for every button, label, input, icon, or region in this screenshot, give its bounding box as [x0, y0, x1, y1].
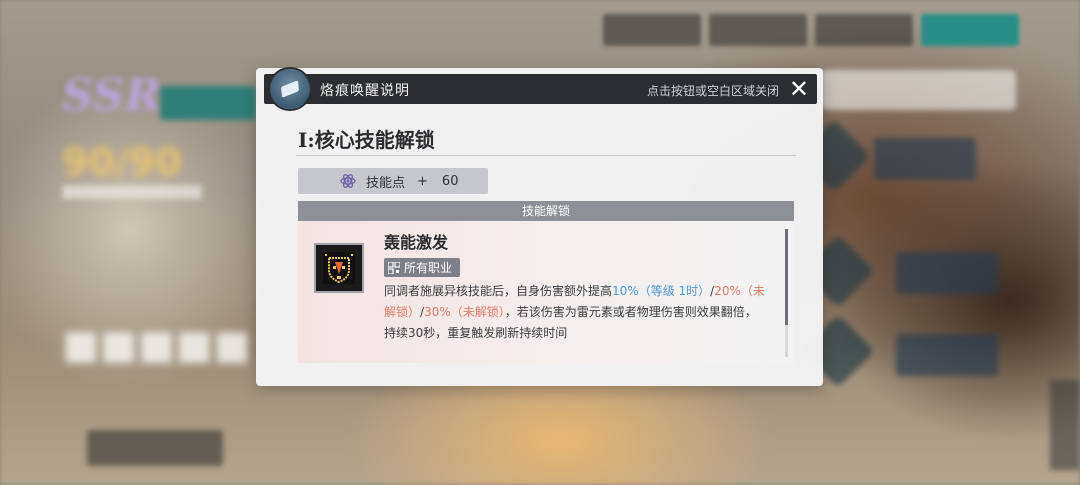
- background-level: 90/90: [62, 140, 182, 184]
- skill-unlock-panel: 技能解锁 轰能激发 所有职业 同调者施展异核技能后，自身伤害额外提高10%（等级…: [298, 201, 794, 363]
- brand-awakening-dialog: 烙痕唤醒说明 点击按钮或空白区域关闭 ✕ I:核心技能解锁 技能点 + 60 技…: [256, 68, 823, 386]
- skill-description: 同调者施展异核技能后，自身伤害额外提高10%（等级 1时）/20%（未解锁）/3…: [384, 281, 772, 344]
- background-tab: [709, 14, 807, 46]
- desc-text: 同调者施展异核技能后，自身伤害额外提高: [384, 284, 613, 298]
- background-tab-active: [921, 14, 1019, 46]
- close-hint: 点击按钮或空白区域关闭: [646, 84, 779, 98]
- divider: [296, 155, 796, 156]
- qr-grid-icon: [387, 260, 401, 275]
- skill-points-plus: +: [417, 173, 428, 189]
- scrollbar[interactable]: [785, 229, 788, 357]
- close-button[interactable]: ✕: [789, 75, 809, 103]
- background-rarity-emblem: SSR: [62, 70, 162, 121]
- background-right-panel: [820, 70, 1016, 110]
- class-badge: 所有职业: [384, 258, 461, 277]
- atom-icon: [340, 173, 356, 189]
- pixel-shield-skill-icon: [314, 243, 364, 293]
- desc-value-current: 10%（等级 1时）: [612, 284, 711, 298]
- background-card: [874, 138, 976, 180]
- background-tab: [815, 14, 913, 46]
- background-tabs: [603, 14, 1019, 46]
- scrollbar-thumb[interactable]: [785, 229, 788, 325]
- background-card: [896, 252, 998, 294]
- skill-points-value: 60: [441, 173, 459, 189]
- background-badge: [160, 86, 256, 120]
- section-title: I:核心技能解锁: [298, 128, 435, 152]
- dialog-title: 烙痕唤醒说明: [320, 83, 410, 99]
- skill-name: 轰能激发: [384, 233, 449, 252]
- skill-points-bar: 技能点 + 60: [298, 168, 488, 194]
- desc-value-locked: 30%（未解锁）: [424, 305, 505, 319]
- skill-points-label: 技能点: [366, 175, 406, 191]
- background-tab: [603, 14, 701, 46]
- crystal-emblem-icon: [270, 69, 310, 109]
- background-bar: [62, 185, 202, 199]
- background-button: [87, 430, 223, 466]
- skill-unlock-header: 技能解锁: [298, 201, 794, 221]
- background-card: [896, 334, 998, 376]
- background-edge-button: [1050, 380, 1080, 470]
- background-character-name: ■■■■■: [62, 322, 251, 368]
- class-badge-label: 所有职业: [404, 261, 453, 275]
- dialog-header: 烙痕唤醒说明 点击按钮或空白区域关闭 ✕: [264, 69, 817, 109]
